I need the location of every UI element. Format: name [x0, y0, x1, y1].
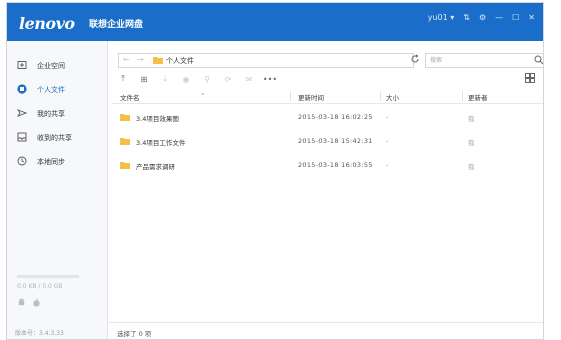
maximize-icon[interactable]: ☐	[512, 13, 519, 23]
file-size: -	[386, 161, 389, 169]
file-size: -	[386, 113, 389, 121]
sort-ascending-icon[interactable]: ⌃	[200, 92, 205, 100]
column-header-size[interactable]: 大小	[386, 92, 399, 102]
minimize-icon[interactable]: —	[495, 13, 503, 23]
table-row[interactable]: 3.4项目工作文件 2015-03-18 15:42:31 - 我	[112, 129, 543, 153]
folder-icon	[120, 138, 130, 145]
search-box[interactable]	[425, 53, 544, 68]
sidebar-item-received-shares[interactable]: 收到的共享	[7, 127, 107, 147]
file-size: -	[386, 137, 389, 145]
folder-icon	[120, 162, 130, 169]
link-icon[interactable]: ⚲	[202, 74, 212, 84]
refresh-icon[interactable]	[410, 54, 420, 64]
grid-view-icon[interactable]	[525, 73, 535, 83]
inbox-icon	[17, 132, 27, 142]
username: yu01	[427, 13, 448, 22]
quota-bar	[17, 275, 79, 278]
current-path: 个人文件	[166, 57, 194, 65]
mail-icon[interactable]: ✉	[244, 74, 254, 84]
forward-icon[interactable]: →	[137, 55, 144, 64]
table-row[interactable]: 产品需求调研 2015-03-18 16:03:55 - 我	[112, 153, 543, 177]
sidebar-item-label: 本地同步	[37, 158, 65, 166]
folder-icon	[120, 114, 130, 121]
file-time: 2015-03-18 16:03:55	[298, 161, 373, 169]
status-bar: 选择了 0 项	[108, 322, 543, 339]
sidebar-item-enterprise-space[interactable]: 企业空间	[7, 55, 107, 75]
column-header-name[interactable]: 文件名	[120, 92, 140, 102]
lenovo-logo: lenovo	[19, 14, 75, 33]
gear-icon[interactable]: ⚙	[479, 13, 486, 23]
version-label: 版本号：3.4.3.33	[15, 330, 64, 337]
close-icon[interactable]: ✕	[528, 13, 535, 23]
android-icon[interactable]	[17, 298, 26, 307]
sidebar: 企业空间 个人文件 我的共享 收到的共享 本地同步 0.0 KB / 0.0 G…	[7, 41, 108, 339]
sidebar-item-label: 个人文件	[37, 86, 65, 94]
new-folder-icon[interactable]: ⊞	[139, 74, 149, 84]
title-bar: lenovo 联想企业网盘 yu01 ▾ ⇅ ⚙ — ☐ ✕	[7, 3, 543, 41]
column-header-updater[interactable]: 更新者	[468, 92, 488, 102]
window-controls: yu01 ▾ ⇅ ⚙ — ☐ ✕	[428, 13, 535, 23]
file-updater: 我	[468, 163, 475, 171]
column-divider[interactable]	[290, 91, 291, 101]
share-link-icon[interactable]: ⟳	[223, 74, 233, 84]
search-icon[interactable]	[534, 55, 544, 65]
file-updater: 我	[468, 139, 475, 147]
column-divider[interactable]	[380, 91, 381, 101]
file-name[interactable]: 3.4项目工作文件	[136, 137, 185, 147]
file-table-header: 文件名 ⌃ 更新时间 大小 更新者	[112, 89, 543, 104]
personal-files-icon	[17, 84, 27, 94]
product-name: 联想企业网盘	[89, 20, 144, 30]
transfer-icon[interactable]: ⇅	[463, 13, 470, 23]
preview-icon[interactable]: ◉	[181, 74, 191, 84]
file-name[interactable]: 3.4项目效果图	[136, 113, 179, 123]
sync-icon	[17, 156, 27, 166]
toolbar: ⤒ ⊞ ⤓ ◉ ⚲ ⟳ ✉ •••	[118, 73, 277, 85]
file-time: 2015-03-18 15:42:31	[298, 137, 373, 145]
download-icon[interactable]: ⤓	[160, 74, 170, 84]
enterprise-space-icon	[17, 61, 27, 69]
sidebar-item-label: 企业空间	[37, 62, 65, 70]
sidebar-item-local-sync[interactable]: 本地同步	[7, 151, 107, 171]
client-download-icons	[17, 298, 41, 307]
search-input[interactable]	[430, 55, 526, 65]
quota-text: 0.0 KB / 0.0 GB	[17, 283, 63, 290]
app-window: lenovo 联想企业网盘 yu01 ▾ ⇅ ⚙ — ☐ ✕ 企业空间 个人文件…	[6, 2, 544, 340]
upload-icon[interactable]: ⤒	[118, 74, 128, 84]
selection-status: 选择了 0 项	[117, 330, 152, 338]
main-panel: ← → 个人文件 ⤒ ⊞ ⤓ ◉ ⚲ ⟳ ✉ ••• 文件名 ⌃ 更新时间 大	[108, 41, 543, 339]
sidebar-item-my-shares[interactable]: 我的共享	[7, 103, 107, 123]
address-bar[interactable]: ← → 个人文件	[118, 53, 414, 68]
table-row[interactable]: 3.4项目效果图 2015-03-18 16:02:25 - 我	[112, 105, 543, 129]
back-icon[interactable]: ←	[123, 55, 130, 64]
more-icon[interactable]: •••	[263, 74, 277, 84]
column-header-time[interactable]: 更新时间	[298, 92, 324, 102]
folder-icon	[153, 57, 163, 64]
sidebar-item-label: 我的共享	[37, 110, 65, 118]
sidebar-item-label: 收到的共享	[37, 134, 72, 142]
file-name[interactable]: 产品需求调研	[136, 161, 175, 171]
file-updater: 我	[468, 115, 475, 123]
file-time: 2015-03-18 16:02:25	[298, 113, 373, 121]
sidebar-item-personal-files[interactable]: 个人文件	[7, 79, 107, 99]
share-icon	[17, 109, 27, 117]
apple-icon[interactable]	[32, 298, 41, 307]
user-menu[interactable]: yu01 ▾	[428, 13, 455, 23]
column-divider[interactable]	[462, 91, 463, 101]
